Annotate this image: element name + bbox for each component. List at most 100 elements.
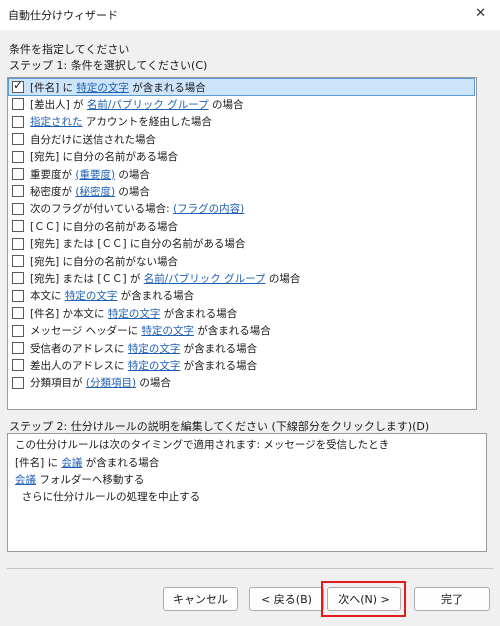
condition-text: の場合 — [265, 272, 301, 285]
condition-text: が含まれる場合 — [193, 325, 271, 338]
instruction-text: 条件を指定してください — [9, 43, 130, 56]
condition-label: [ＣＣ] に自分の名前がある場合 — [30, 219, 178, 234]
condition-link[interactable]: 特定の文字 — [108, 308, 161, 320]
condition-link[interactable]: 特定の文字 — [141, 325, 194, 337]
condition-text: の場合 — [115, 185, 150, 198]
next-button-highlight — [321, 581, 406, 617]
condition-checkbox[interactable] — [12, 376, 24, 389]
condition-item[interactable]: [件名] に 特定の文字 が含まれる場合 — [8, 78, 475, 96]
condition-text: 差出人のアドレスに — [30, 359, 128, 372]
condition-checkbox[interactable] — [12, 289, 24, 302]
close-icon[interactable]: ✕ — [475, 6, 486, 21]
condition-label: 本文に 特定の文字 が含まれる場合 — [30, 288, 194, 303]
condition-text: が含まれる場合 — [117, 290, 195, 303]
condition-checkbox[interactable] — [12, 272, 24, 285]
description-line: さらに仕分けルールの処理を中止する — [15, 489, 201, 504]
condition-link[interactable]: 指定された — [30, 116, 83, 128]
condition-link[interactable]: 名前/パブリック グループ — [87, 99, 209, 111]
condition-item[interactable]: 自分だけに送信された場合 — [9, 131, 474, 147]
condition-label: [差出人] が 名前/パブリック グループ の場合 — [30, 97, 243, 112]
condition-text: 重要度が — [30, 168, 76, 181]
condition-item[interactable]: 次のフラグが付いている場合: (フラグの内容) — [9, 201, 474, 217]
condition-text: メッセージ ヘッダーに — [30, 325, 142, 338]
condition-text: [件名] に — [30, 81, 77, 94]
condition-text: が含まれる場合 — [180, 342, 258, 355]
condition-item[interactable]: [差出人] が 名前/パブリック グループ の場合 — [9, 96, 474, 112]
condition-link[interactable]: (秘密度) — [75, 186, 115, 198]
condition-checkbox[interactable] — [12, 255, 24, 267]
condition-text: が含まれる場合 — [180, 359, 258, 372]
condition-text: [宛先] または [ＣＣ] に自分の名前がある場合 — [30, 238, 246, 251]
condition-link[interactable]: 特定の文字 — [76, 82, 129, 94]
finish-button[interactable]: 完了 — [414, 587, 490, 611]
condition-text: が含まれる場合 — [128, 81, 206, 94]
condition-label: [宛先] に自分の名前がない場合 — [30, 254, 178, 269]
condition-link[interactable]: (フラグの内容) — [173, 203, 244, 215]
condition-item[interactable]: [宛先] に自分の名前がある場合 — [9, 149, 474, 165]
condition-text: が含まれる場合 — [82, 457, 160, 469]
condition-label: [件名] に 特定の文字 が含まれる場合 — [30, 80, 206, 95]
condition-item[interactable]: 指定された アカウントを経由した場合 — [9, 114, 474, 130]
condition-text: フォルダーへ移動する — [36, 474, 145, 486]
condition-text: 受信者のアドレスに — [30, 342, 128, 355]
condition-checkbox[interactable] — [12, 98, 24, 111]
condition-item[interactable]: 重要度が (重要度) の場合 — [9, 166, 474, 182]
condition-label: 秘密度が (秘密度) の場合 — [30, 184, 150, 199]
back-button[interactable]: < 戻る(B) — [249, 587, 324, 611]
condition-link[interactable]: 名前/パブリック グループ — [144, 273, 266, 285]
condition-label: [宛先] または [ＣＣ] が 名前/パブリック グループ の場合 — [30, 271, 300, 286]
condition-checkbox[interactable] — [12, 237, 24, 250]
condition-text: の場合 — [115, 168, 150, 181]
condition-link[interactable]: (重要度) — [75, 169, 115, 181]
condition-checkbox[interactable] — [12, 168, 24, 180]
condition-link[interactable]: 会議 — [15, 474, 36, 486]
condition-item[interactable]: メッセージ ヘッダーに 特定の文字 が含まれる場合 — [9, 323, 474, 339]
condition-link[interactable]: 会議 — [61, 457, 82, 469]
condition-text: [宛先] に自分の名前がない場合 — [30, 255, 179, 268]
condition-link[interactable]: 特定の文字 — [65, 290, 118, 302]
condition-link[interactable]: 特定の文字 — [128, 360, 181, 372]
condition-checkbox[interactable] — [12, 185, 24, 198]
condition-text: アカウントを経由した場合 — [82, 116, 212, 129]
cancel-button[interactable]: キャンセル — [163, 587, 238, 611]
condition-checkbox[interactable] — [12, 342, 24, 354]
condition-item[interactable]: [宛先] または [ＣＣ] が 名前/パブリック グループ の場合 — [9, 270, 474, 286]
condition-label: メッセージ ヘッダーに 特定の文字 が含まれる場合 — [30, 323, 271, 338]
condition-item[interactable]: 分類項目が (分類項目) の場合 — [9, 375, 474, 391]
condition-label: 受信者のアドレスに 特定の文字 が含まれる場合 — [30, 341, 257, 356]
condition-list[interactable]: [件名] に 特定の文字 が含まれる場合 [差出人] が 名前/パブリック グルー… — [7, 77, 477, 410]
condition-label: [件名] か本文に 特定の文字 が含まれる場合 — [30, 306, 237, 321]
condition-item[interactable]: [ＣＣ] に自分の名前がある場合 — [9, 218, 474, 234]
condition-label: 指定された アカウントを経由した場合 — [30, 114, 212, 129]
condition-text: [件名] に — [15, 457, 62, 469]
condition-checkbox[interactable] — [12, 115, 24, 128]
condition-label: 自分だけに送信された場合 — [30, 132, 156, 147]
condition-item[interactable]: 差出人のアドレスに 特定の文字 が含まれる場合 — [9, 357, 474, 373]
condition-item[interactable]: [宛先] に自分の名前がない場合 — [9, 253, 474, 269]
condition-text: [差出人] が — [30, 98, 87, 111]
condition-checkbox[interactable] — [12, 307, 24, 320]
condition-text: [宛先] に自分の名前がある場合 — [30, 151, 179, 164]
condition-item[interactable]: 受信者のアドレスに 特定の文字 が含まれる場合 — [9, 340, 474, 356]
condition-link[interactable]: 特定の文字 — [128, 343, 181, 355]
condition-item[interactable]: 本文に 特定の文字 が含まれる場合 — [9, 288, 474, 304]
condition-text: 分類項目が — [30, 377, 86, 390]
condition-label: [宛先] または [ＣＣ] に自分の名前がある場合 — [30, 236, 245, 251]
rule-description-box: この仕分けルールは次のタイミングで適用されます: メッセージを受信したとき [件名… — [7, 433, 487, 552]
condition-item[interactable]: 秘密度が (秘密度) の場合 — [9, 183, 474, 199]
condition-text: 自分だけに送信された場合 — [30, 133, 156, 146]
condition-checkbox[interactable] — [12, 78, 24, 93]
condition-checkbox[interactable] — [12, 324, 24, 337]
condition-item[interactable]: [宛先] または [ＣＣ] に自分の名前がある場合 — [9, 236, 474, 252]
condition-text: 秘密度が — [30, 185, 76, 198]
condition-checkbox[interactable] — [12, 359, 24, 372]
condition-label: 分類項目が (分類項目) の場合 — [30, 375, 171, 390]
condition-item[interactable]: [件名] か本文に 特定の文字 が含まれる場合 — [9, 305, 474, 321]
condition-text: [件名] か本文に — [30, 307, 108, 320]
condition-checkbox[interactable] — [12, 202, 24, 215]
condition-checkbox[interactable] — [12, 133, 24, 146]
condition-link[interactable]: (分類項目) — [86, 377, 136, 389]
title-bar: 自動仕分けウィザード ✕ — [0, 0, 500, 30]
condition-checkbox[interactable] — [12, 220, 24, 233]
condition-checkbox[interactable] — [12, 150, 24, 163]
